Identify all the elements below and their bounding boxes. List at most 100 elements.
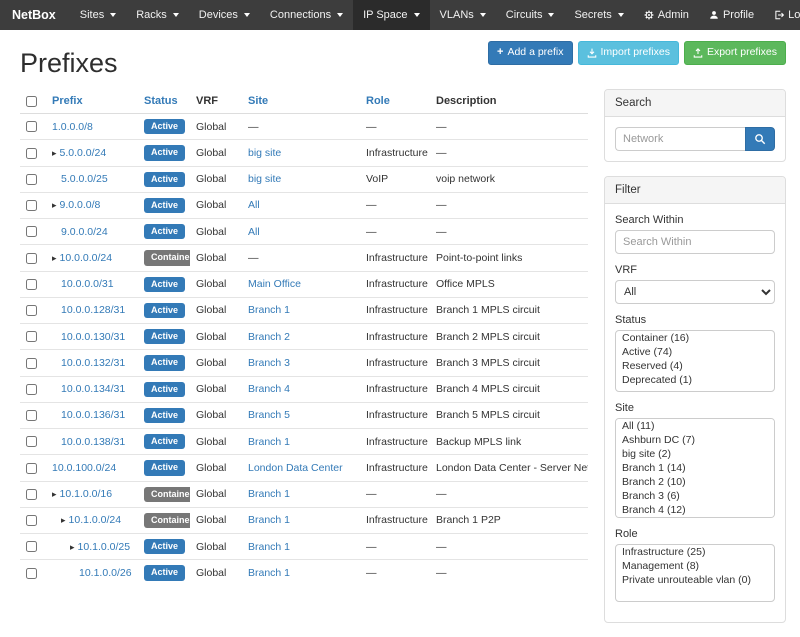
site-link[interactable]: big site	[248, 147, 281, 159]
search-input[interactable]	[615, 127, 745, 151]
column-header-prefix[interactable]: Prefix	[46, 89, 138, 114]
prefix-link[interactable]: 10.0.0.132/31	[61, 357, 125, 369]
site-link[interactable]: Branch 1	[248, 514, 290, 526]
listbox-option[interactable]: Branch 2 (10)	[616, 475, 774, 489]
site-link[interactable]: Branch 2	[248, 331, 290, 343]
prefix-link[interactable]: 10.0.0.0/31	[61, 278, 114, 290]
expand-arrow-icon[interactable]: ▸	[52, 253, 57, 264]
prefix-link[interactable]: 10.0.0.0/24	[60, 252, 113, 264]
prefix-link[interactable]: 10.1.0.0/24	[69, 514, 122, 526]
expand-arrow-icon[interactable]: ▸	[52, 148, 57, 159]
vrf-select[interactable]: All	[615, 280, 775, 304]
expand-arrow-icon[interactable]: ▸	[52, 489, 57, 500]
nav-item-secrets[interactable]: Secrets	[564, 0, 633, 30]
row-checkbox[interactable]	[26, 358, 37, 369]
prefix-link[interactable]: 9.0.0.0/8	[60, 199, 101, 211]
prefix-link[interactable]: 10.0.0.130/31	[61, 331, 125, 343]
nav-item-profile[interactable]: Profile	[699, 0, 764, 30]
listbox-option[interactable]: Branch 4 (12)	[616, 503, 774, 517]
add-prefix-button[interactable]: + Add a prefix	[488, 41, 572, 65]
site-link[interactable]: Branch 1	[248, 488, 290, 500]
site-link[interactable]: Branch 1	[248, 567, 290, 579]
row-checkbox[interactable]	[26, 121, 37, 132]
site-listbox[interactable]: All (11)Ashburn DC (7)big site (2)Branch…	[615, 418, 775, 518]
row-checkbox[interactable]	[26, 436, 37, 447]
row-checkbox[interactable]	[26, 541, 37, 552]
prefix-link[interactable]: 10.1.0.0/16	[60, 488, 113, 500]
site-link[interactable]: Branch 1	[248, 304, 290, 316]
prefix-link[interactable]: 5.0.0.0/25	[61, 173, 108, 185]
nav-item-sites[interactable]: Sites	[70, 0, 126, 30]
listbox-option[interactable]: Deprecated (1)	[616, 373, 774, 387]
column-header-site[interactable]: Site	[242, 89, 360, 114]
expand-arrow-icon[interactable]: ▸	[61, 515, 66, 526]
row-checkbox[interactable]	[26, 279, 37, 290]
row-checkbox[interactable]	[26, 463, 37, 474]
row-checkbox[interactable]	[26, 200, 37, 211]
listbox-option[interactable]: Branch 5 (7)	[616, 517, 774, 518]
row-checkbox[interactable]	[26, 305, 37, 316]
column-header-status[interactable]: Status	[138, 89, 190, 114]
prefix-link[interactable]: 1.0.0.0/8	[52, 121, 93, 133]
listbox-option[interactable]: Infrastructure (25)	[616, 545, 774, 559]
search-button[interactable]	[745, 127, 775, 151]
prefix-link[interactable]: 10.0.0.138/31	[61, 436, 125, 448]
row-checkbox[interactable]	[26, 226, 37, 237]
import-prefixes-button[interactable]: Import prefixes	[578, 41, 679, 65]
listbox-option[interactable]: Branch 3 (6)	[616, 489, 774, 503]
listbox-option[interactable]: All (11)	[616, 419, 774, 433]
row-checkbox[interactable]	[26, 515, 37, 526]
prefix-link[interactable]: 10.0.0.134/31	[61, 383, 125, 395]
site-link[interactable]: Branch 1	[248, 541, 290, 553]
listbox-option[interactable]: big site (2)	[616, 447, 774, 461]
row-checkbox[interactable]	[26, 568, 37, 579]
prefix-link[interactable]: 10.0.0.128/31	[61, 304, 125, 316]
site-link[interactable]: Branch 1	[248, 436, 290, 448]
column-header-role[interactable]: Role	[360, 89, 430, 114]
expand-arrow-icon[interactable]: ▸	[52, 200, 57, 211]
prefix-link[interactable]: 9.0.0.0/24	[61, 226, 108, 238]
site-link[interactable]: Branch 5	[248, 409, 290, 421]
brand[interactable]: NetBox	[12, 0, 56, 30]
site-link[interactable]: All	[248, 226, 260, 238]
site-link[interactable]: big site	[248, 173, 281, 185]
expand-arrow-icon[interactable]: ▸	[70, 542, 75, 553]
prefix-link[interactable]: 10.1.0.0/26	[79, 567, 132, 579]
listbox-option[interactable]: Reserved (4)	[616, 359, 774, 373]
nav-item-log-out[interactable]: Log out	[764, 0, 800, 30]
listbox-option[interactable]: Private unrouteable vlan (0)	[616, 573, 774, 587]
search-within-input[interactable]	[615, 230, 775, 254]
row-checkbox[interactable]	[26, 384, 37, 395]
nav-item-ip-space[interactable]: IP Space	[353, 0, 429, 30]
row-checkbox[interactable]	[26, 148, 37, 159]
prefix-link[interactable]: 10.1.0.0/25	[78, 541, 131, 553]
listbox-option[interactable]: Active (74)	[616, 345, 774, 359]
nav-item-racks[interactable]: Racks	[126, 0, 189, 30]
export-prefixes-button[interactable]: Export prefixes	[684, 41, 786, 65]
prefix-link[interactable]: 10.0.100.0/24	[52, 462, 116, 474]
site-link[interactable]: Branch 3	[248, 357, 290, 369]
role-listbox[interactable]: Infrastructure (25)Management (8)Private…	[615, 544, 775, 602]
site-link[interactable]: All	[248, 199, 260, 211]
row-checkbox[interactable]	[26, 410, 37, 421]
listbox-option[interactable]: Ashburn DC (7)	[616, 433, 774, 447]
prefix-link[interactable]: 5.0.0.0/24	[60, 147, 107, 159]
prefix-link[interactable]: 10.0.0.136/31	[61, 409, 125, 421]
status-listbox[interactable]: Container (16)Active (74)Reserved (4)Dep…	[615, 330, 775, 392]
nav-item-vlans[interactable]: VLANs	[430, 0, 496, 30]
nav-item-admin[interactable]: Admin	[634, 0, 699, 30]
nav-item-connections[interactable]: Connections	[260, 0, 353, 30]
listbox-option[interactable]: Branch 1 (14)	[616, 461, 774, 475]
row-checkbox[interactable]	[26, 174, 37, 185]
row-checkbox[interactable]	[26, 489, 37, 500]
nav-item-devices[interactable]: Devices	[189, 0, 260, 30]
site-link[interactable]: Main Office	[248, 278, 301, 290]
site-link[interactable]: Branch 4	[248, 383, 290, 395]
row-checkbox[interactable]	[26, 253, 37, 264]
row-checkbox[interactable]	[26, 331, 37, 342]
listbox-option[interactable]: Management (8)	[616, 559, 774, 573]
nav-item-circuits[interactable]: Circuits	[496, 0, 565, 30]
listbox-option[interactable]: Container (16)	[616, 331, 774, 345]
site-link[interactable]: London Data Center	[248, 462, 343, 474]
select-all-checkbox[interactable]	[26, 96, 37, 107]
